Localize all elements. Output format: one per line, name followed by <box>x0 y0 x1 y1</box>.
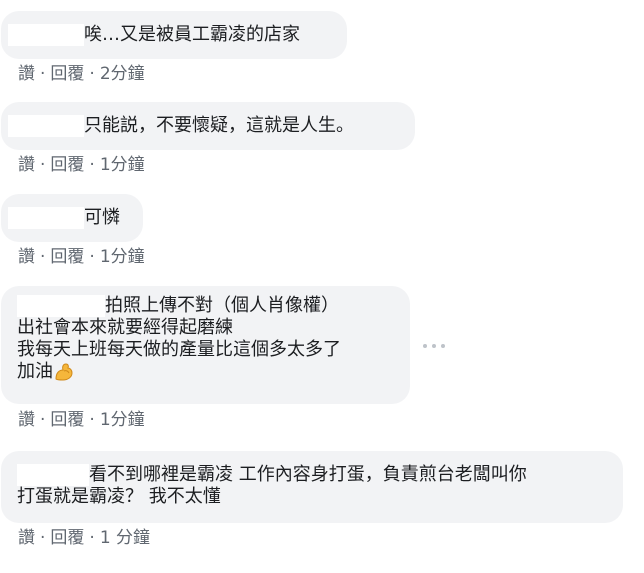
comment-text-line: 打蛋就是霸凌？ 我不太懂 <box>17 486 221 507</box>
separator: · <box>40 410 46 430</box>
commenter-name-redacted[interactable] <box>17 295 105 317</box>
comment-actions: 讚 · 回覆 · 2分鐘 <box>18 64 145 84</box>
comment-text: 拍照上傳不對（個人肖像權） <box>105 295 339 316</box>
dot <box>432 344 436 348</box>
comment-text-line: 唉…又是被員工霸凌的店家 <box>8 24 347 46</box>
like-link[interactable]: 讚 <box>18 410 35 430</box>
separator: · <box>40 64 46 84</box>
comment-text-line: 拍照上傳不對（個人肖像權） <box>17 295 410 317</box>
comment-text-line: 看不到哪裡是霸凌 工作內容身打蛋，負責煎台老闆叫你 <box>17 464 623 486</box>
comment-actions: 讚 · 回覆 · 1分鐘 <box>18 247 145 267</box>
comment-bubble: 只能説，不要懷疑，這就是人生。 <box>1 102 415 150</box>
separator: · <box>40 528 46 548</box>
comment-text-line: 加油 <box>17 361 410 383</box>
comment-text: 可憐 <box>84 207 120 228</box>
dot <box>441 344 445 348</box>
reply-link[interactable]: 回覆 <box>50 64 84 84</box>
commenter-name-redacted[interactable] <box>17 464 89 486</box>
separator: · <box>89 528 95 548</box>
separator: · <box>89 155 95 175</box>
commenter-name-redacted[interactable] <box>8 207 84 229</box>
like-link[interactable]: 讚 <box>18 155 35 175</box>
comment-timestamp[interactable]: 1 分鐘 <box>100 528 150 548</box>
comment-text-line: 只能説，不要懷疑，這就是人生。 <box>8 115 415 137</box>
comment-text: 只能説，不要懷疑，這就是人生。 <box>84 115 354 136</box>
separator: · <box>40 155 46 175</box>
reply-link[interactable]: 回覆 <box>50 528 84 548</box>
comment-bubble: 唉…又是被員工霸凌的店家 <box>1 11 347 59</box>
comment-bubble: 拍照上傳不對（個人肖像權） 出社會本來就要經得起磨練 我每天上班每天做的產量比這… <box>1 286 410 404</box>
reply-link[interactable]: 回覆 <box>50 247 84 267</box>
comment-timestamp[interactable]: 1分鐘 <box>100 155 145 175</box>
comment-text: 看不到哪裡是霸凌 工作內容身打蛋，負責煎台老闆叫你 <box>89 464 527 485</box>
comment-actions: 讚 · 回覆 · 1分鐘 <box>18 155 145 175</box>
like-link[interactable]: 讚 <box>18 64 35 84</box>
comment-text-line: 我每天上班每天做的產量比這個多太多了 <box>17 339 341 360</box>
comment-actions: 讚 · 回覆 · 1分鐘 <box>18 410 145 430</box>
commenter-name-redacted[interactable] <box>8 115 84 137</box>
like-link[interactable]: 讚 <box>18 528 35 548</box>
separator: · <box>89 410 95 430</box>
comment-bubble: 看不到哪裡是霸凌 工作內容身打蛋，負責煎台老闆叫你 打蛋就是霸凌？ 我不太懂 <box>1 451 623 523</box>
commenter-name-redacted[interactable] <box>8 24 84 46</box>
comment-timestamp[interactable]: 1分鐘 <box>100 247 145 267</box>
comment-text: 唉…又是被員工霸凌的店家 <box>84 24 300 45</box>
comment-text-line: 出社會本來就要經得起磨練 <box>17 317 233 338</box>
comment-text-line: 可憐 <box>8 207 143 229</box>
comment-text: 加油 <box>17 361 53 382</box>
separator: · <box>40 247 46 267</box>
comment-timestamp[interactable]: 1分鐘 <box>100 410 145 430</box>
like-link[interactable]: 讚 <box>18 247 35 267</box>
separator: · <box>89 64 95 84</box>
flexed-biceps-emoji <box>55 363 73 381</box>
dot <box>423 344 427 348</box>
comment-bubble: 可憐 <box>1 194 143 242</box>
comment-timestamp[interactable]: 2分鐘 <box>100 64 145 84</box>
separator: · <box>89 247 95 267</box>
reply-link[interactable]: 回覆 <box>50 155 84 175</box>
comment-actions: 讚 · 回覆 · 1 分鐘 <box>18 528 150 548</box>
reply-link[interactable]: 回覆 <box>50 410 84 430</box>
more-options-icon[interactable] <box>423 341 445 351</box>
